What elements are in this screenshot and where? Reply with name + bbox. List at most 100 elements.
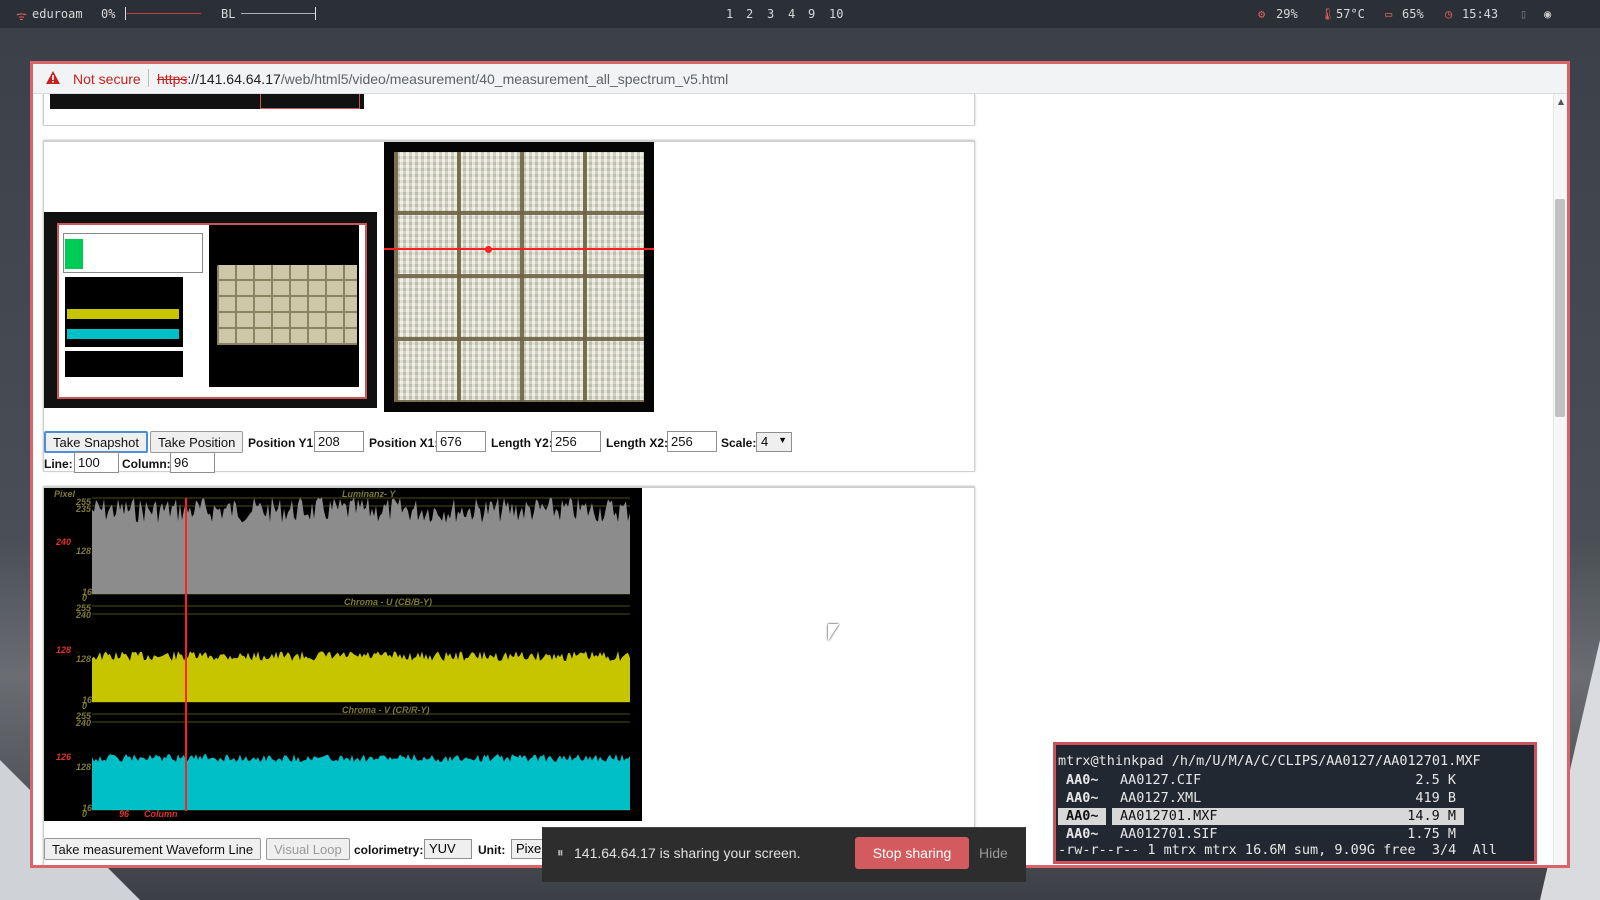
workspace-2[interactable]: 2 <box>746 7 753 21</box>
workspace-9[interactable]: 9 <box>808 7 815 21</box>
scroll-thumb[interactable] <box>1555 199 1565 417</box>
file-tag: AA0~ <box>1066 826 1099 842</box>
chevron-down-icon: ▼ <box>778 435 787 445</box>
url-path: /web/html5/video/measurement/40_measurem… <box>280 71 729 87</box>
luma-waveform <box>92 497 630 594</box>
luma-red-value: 240 <box>56 537 72 547</box>
take-snapshot-button[interactable]: Take Snapshot <box>44 431 149 453</box>
mouse-cursor-icon <box>828 624 839 641</box>
length-y2-label: Length Y2: <box>491 436 553 450</box>
terminal-window[interactable]: mtrx@thinkpad /h/m/U/M/A/C/CLIPS/AA0127/… <box>1053 742 1537 864</box>
previous-panel <box>43 94 975 126</box>
position-x1-input[interactable] <box>436 431 486 452</box>
scale-value: 4 <box>761 434 769 449</box>
chroma-u-title: Chroma - U (CB/B-Y) <box>344 597 432 607</box>
pause-icon: ⏸ <box>557 845 564 860</box>
workspace-10[interactable]: 10 <box>829 7 843 21</box>
length-x2-input[interactable] <box>667 431 717 452</box>
zoom-image <box>394 152 644 402</box>
scale-label: Scale: <box>721 436 757 450</box>
column-axis-label: Column <box>144 809 178 819</box>
temperature-icon: 🌡 <box>1320 7 1336 21</box>
colorimetry-value: YUV <box>429 841 456 856</box>
stop-sharing-button[interactable]: Stop sharing <box>855 837 969 869</box>
wifi-icon: ᯤ <box>16 9 27 23</box>
wifi-name: eduroam <box>32 7 83 21</box>
url-text[interactable]: https://141.64.64.17/web/html5/video/mea… <box>157 71 728 87</box>
cpu-icon: ⚙ <box>1258 7 1266 21</box>
temperature-value: 57°C <box>1336 7 1365 21</box>
security-status[interactable]: Not secure <box>73 71 141 87</box>
share-message: 141.64.64.17 is sharing your screen. <box>574 845 801 861</box>
take-measurement-button[interactable]: Take measurement Waveform Line <box>44 838 262 860</box>
v-red-value: 126 <box>56 752 72 762</box>
v-tick-0: 0 <box>82 809 88 819</box>
waveform-panel: Pixel Luminanz- Y Chroma - U (CB/B-Y) Ch… <box>43 487 975 865</box>
u-tick-128: 128 <box>76 654 92 664</box>
visual-loop-button[interactable]: Visual Loop <box>266 838 350 860</box>
file-name[interactable]: AA0127.CIF <box>1120 772 1201 789</box>
position-y1-input[interactable] <box>314 431 364 452</box>
backlight-bar <box>241 13 315 14</box>
waveform-display: Pixel Luminanz- Y Chroma - U (CB/B-Y) Ch… <box>44 488 642 821</box>
line-label: Line: <box>44 457 73 471</box>
u-red-value: 128 <box>56 645 72 655</box>
volume-bar <box>127 13 201 14</box>
snapshot-thumbnail-top <box>50 94 364 109</box>
pixel-label: Pixel <box>54 489 76 499</box>
scale-select[interactable]: 4 ▼ <box>756 432 792 452</box>
luma-tick-128: 128 <box>76 546 92 556</box>
position-x1-label: Position X1: <box>369 436 439 450</box>
scroll-up-icon[interactable]: ▲ <box>1558 97 1564 106</box>
position-y1-label: Position Y1: <box>248 436 318 450</box>
file-name[interactable]: AA012701.SIF <box>1120 826 1218 843</box>
unit-label: Unit: <box>478 843 506 857</box>
zoom-view <box>384 142 654 412</box>
file-tag: AA0~ <box>1066 772 1099 788</box>
url-host: ://141.64.64.17 <box>187 71 281 87</box>
workspace-3[interactable]: 3 <box>767 7 774 21</box>
workspace-1[interactable]: 1 <box>726 7 733 21</box>
workspace-4[interactable]: 4 <box>788 7 795 21</box>
clock-time: 15:43 <box>1462 7 1499 21</box>
unit-value: Pixel <box>516 841 545 856</box>
backlight-bar-end <box>315 7 316 20</box>
file-tag: AA0~ <box>1066 790 1099 806</box>
address-bar[interactable]: Not secure https://141.64.64.17/web/html… <box>33 64 1567 94</box>
file-tag: AA0~ <box>1066 808 1099 824</box>
url-scheme: https <box>157 71 188 87</box>
file-size: 2.5 K <box>1415 772 1456 788</box>
hide-button[interactable]: Hide <box>979 845 1008 861</box>
file-size: 14.9 M <box>1407 808 1456 824</box>
status-bar: ᯤ eduroam 0% BL 1 2 3 4 9 10 ⚙ 29% 🌡 57°… <box>0 0 1600 28</box>
cpu-value: 29% <box>1276 7 1298 21</box>
column-label: Column: <box>122 457 171 471</box>
colorimetry-select[interactable]: YUV <box>424 839 472 859</box>
length-y2-input[interactable] <box>551 431 601 452</box>
volume-bar-start <box>125 7 126 20</box>
battery-value: 65% <box>1402 7 1424 21</box>
v-tick-240: 240 <box>76 718 92 728</box>
warning-icon <box>46 71 60 84</box>
volume-value: 0% <box>101 7 116 21</box>
luma-title: Luminanz- Y <box>342 489 396 499</box>
discord-icon[interactable]: ◉ <box>1544 7 1551 21</box>
battery-icon: ▭ <box>1385 7 1393 21</box>
column-input[interactable] <box>170 452 215 473</box>
backlight-label: BL <box>221 7 236 21</box>
line-input[interactable] <box>74 452 119 473</box>
terminal-title: mtrx@thinkpad /h/m/U/M/A/C/CLIPS/AA0127/… <box>1058 753 1481 769</box>
page-scrollbar[interactable]: ▲ <box>1553 94 1567 865</box>
snapshot-panel: Take Snapshot Take Position Position Y1:… <box>43 141 975 473</box>
terminal-status: -rw-r--r-- 1 mtrx mtrx 16.6M sum, 9.09G … <box>1058 842 1497 858</box>
luma-tick-235: 235 <box>76 504 92 514</box>
colorimetry-label: colorimetry: <box>354 843 424 857</box>
u-tick-240: 240 <box>76 610 92 620</box>
take-position-button[interactable]: Take Position <box>150 431 244 453</box>
v-tick-128: 128 <box>76 762 92 772</box>
chroma-v-title: Chroma - V (CR/R-Y) <box>342 705 430 715</box>
chroma-u-waveform <box>92 651 630 702</box>
file-name[interactable]: AA0127.XML <box>1120 790 1201 807</box>
file-name[interactable]: AA012701.MXF <box>1120 808 1218 825</box>
position-marker[interactable] <box>485 246 492 253</box>
